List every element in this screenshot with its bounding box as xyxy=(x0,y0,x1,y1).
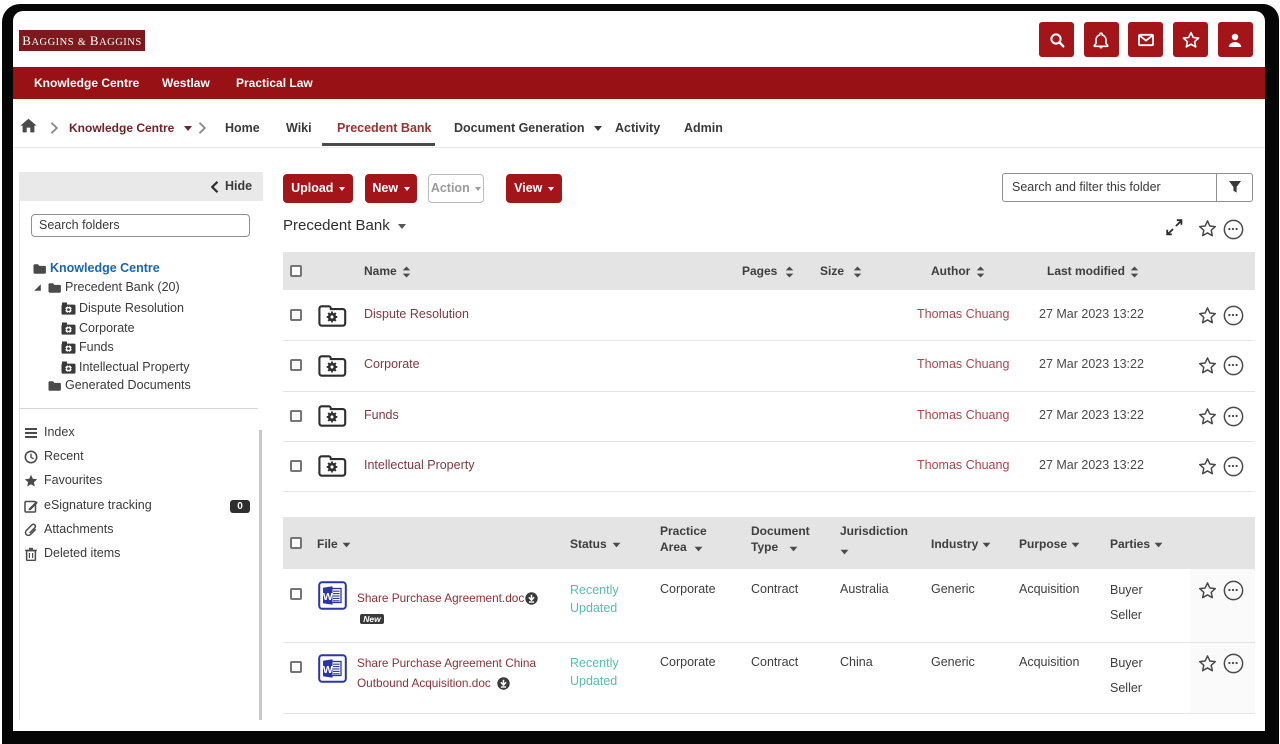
svg-text:W: W xyxy=(323,591,333,603)
svg-text:W: W xyxy=(323,664,333,676)
